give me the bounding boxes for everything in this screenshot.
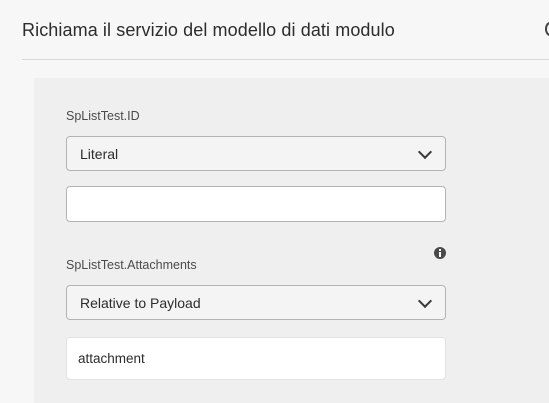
dialog-header: Richiama il servizio del modello di dati… (0, 0, 549, 62)
mode-select-splisttest-attachments[interactable]: Relative to Payload (66, 285, 446, 320)
field-label-splisttest-id: SpListTest.ID (66, 109, 140, 123)
field-label-splisttest-attachments: SpListTest.Attachments (66, 258, 197, 272)
value-input-splisttest-attachments[interactable] (66, 337, 446, 380)
page-title: Richiama il servizio del modello di dati… (22, 20, 395, 40)
select-value: Literal (80, 146, 119, 162)
help-icon[interactable] (545, 22, 549, 36)
mode-select-splisttest-id[interactable]: Literal (66, 136, 446, 171)
select-value: Relative to Payload (80, 295, 201, 311)
dialog: Richiama il servizio del modello di dati… (0, 0, 549, 403)
value-input-splisttest-id[interactable] (66, 186, 446, 222)
info-icon[interactable] (434, 247, 446, 259)
header-divider (22, 59, 549, 60)
chevron-down-icon (417, 144, 433, 160)
chevron-down-icon (417, 293, 433, 309)
